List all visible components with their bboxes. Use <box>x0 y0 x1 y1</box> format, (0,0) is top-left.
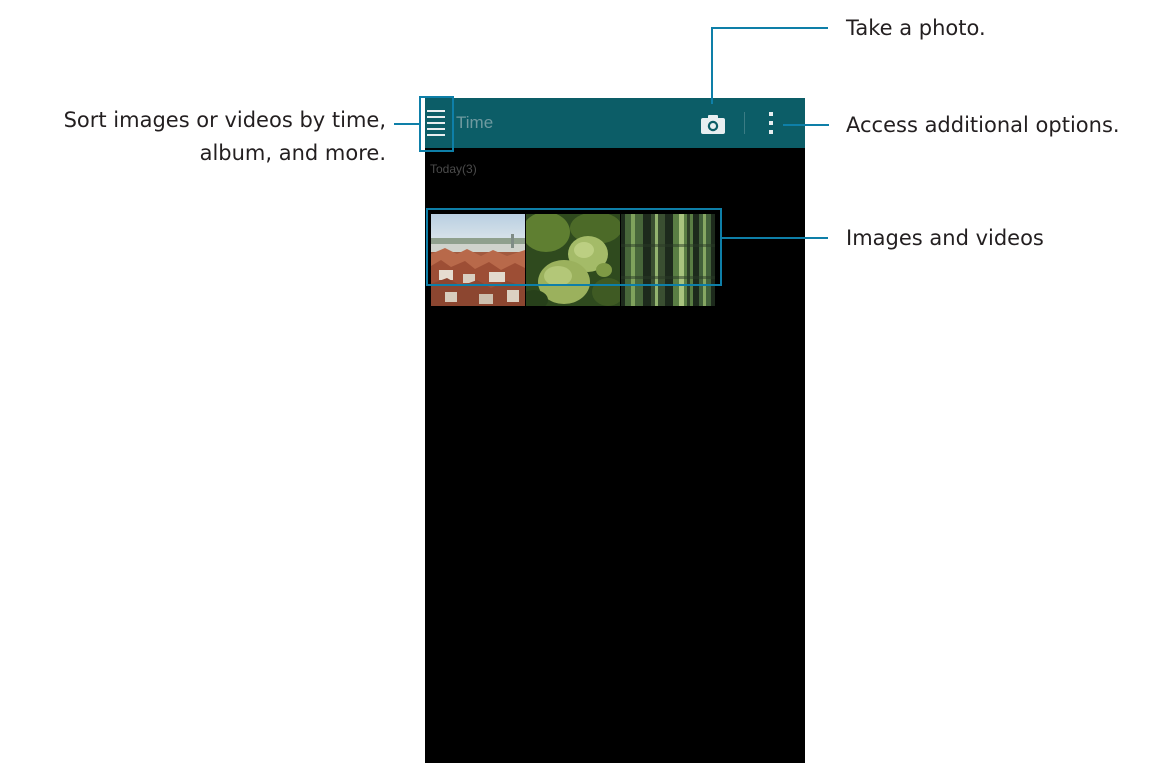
thumbnails-callout-text: Images and videos <box>846 226 1044 250</box>
section-header: Today(3) <box>430 162 477 176</box>
camera-callout-line-vertical <box>711 27 713 104</box>
camera-callout-line-horizontal <box>711 27 828 29</box>
thumbnails-callout-box <box>426 208 722 286</box>
more-options-button[interactable] <box>761 106 781 140</box>
menu-callout-box <box>419 96 454 152</box>
more-callout-text: Access additional options. <box>846 113 1120 137</box>
action-divider <box>744 112 745 134</box>
more-callout-line <box>783 124 829 126</box>
camera-button[interactable] <box>697 108 729 138</box>
thumbnails-callout-line <box>722 237 828 239</box>
camera-icon <box>701 115 725 134</box>
sort-callout-text: Sort images or videos by time, album, an… <box>63 108 386 165</box>
view-title: Time <box>456 113 494 132</box>
camera-callout-text: Take a photo. <box>846 16 986 40</box>
menu-callout-line <box>394 123 419 125</box>
action-bar: Time <box>425 98 805 148</box>
gallery-screen: Time Today(3) <box>425 98 805 763</box>
